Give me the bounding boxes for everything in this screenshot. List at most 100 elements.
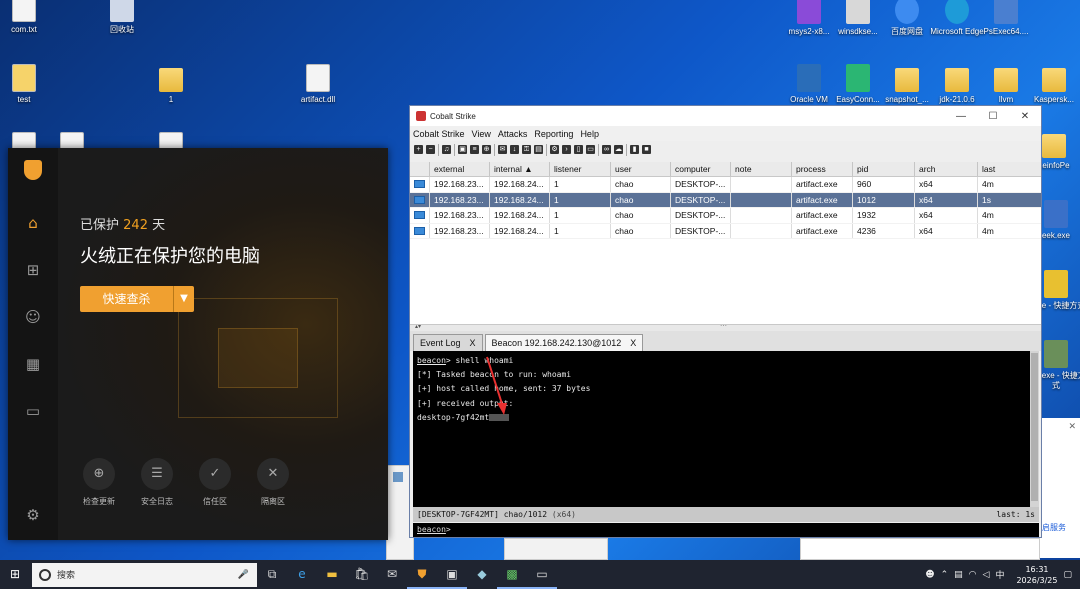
- ime-indicator[interactable]: 中: [995, 568, 1004, 581]
- menu-reporting[interactable]: Reporting: [534, 129, 573, 139]
- desktop-icon-kaspersky[interactable]: Kaspersk...: [1022, 64, 1080, 105]
- col-computer[interactable]: computer: [671, 162, 731, 176]
- table-row[interactable]: 192.168.23... 192.168.24... 1 chao DESKT…: [410, 208, 1041, 224]
- session-list-icon[interactable]: ≡: [470, 145, 479, 154]
- file-explorer-icon[interactable]: ▬: [317, 560, 347, 589]
- pivot-graph-icon[interactable]: ▣: [458, 145, 467, 154]
- menu-cobalt-strike[interactable]: Cobalt Strike: [413, 129, 465, 139]
- home-icon[interactable]: ⌂: [24, 214, 42, 232]
- cloud-icon[interactable]: ☁: [614, 145, 623, 154]
- desktop-icon-folder-1[interactable]: 1: [139, 64, 203, 105]
- desktop-icon-artifact-dll[interactable]: artifact.dll: [286, 64, 350, 105]
- window-title: Cobalt Strike: [430, 111, 476, 121]
- credentials-icon[interactable]: ✉: [498, 145, 507, 154]
- tab-event-log[interactable]: Event Log X: [413, 334, 483, 351]
- tool-trust-zone[interactable]: ✓ 信任区: [190, 458, 240, 507]
- desktop-icon-com-txt[interactable]: com.txt: [0, 0, 56, 35]
- app-taskbar-icon[interactable]: ▣: [437, 560, 467, 589]
- col-listener[interactable]: listener: [550, 162, 611, 176]
- close-button[interactable]: ✕: [1009, 111, 1041, 122]
- huorong-taskbar-icon[interactable]: ⛊: [407, 560, 437, 589]
- tab-beacon[interactable]: Beacon 192.168.242.130@1012 X: [484, 334, 644, 351]
- split-pane-divider[interactable]: ▴▾ ⋯: [410, 322, 1041, 331]
- col-internal[interactable]: internal ▲: [490, 162, 550, 176]
- beacon-command-input[interactable]: beacon>: [413, 523, 1039, 537]
- col-process[interactable]: process: [792, 162, 853, 176]
- desktop-icon-recycle-bin[interactable]: 回收站: [90, 0, 154, 35]
- app-taskbar-icon[interactable]: ◆: [467, 560, 497, 589]
- network-icon[interactable]: ▤: [954, 570, 963, 580]
- chevron-down-icon[interactable]: ▼: [174, 286, 194, 312]
- users-icon[interactable]: ☺: [24, 308, 42, 326]
- inbox-icon[interactable]: ▭: [24, 402, 42, 420]
- add-icon[interactable]: +: [414, 145, 423, 154]
- shield-plus-icon[interactable]: ⊞: [24, 261, 42, 279]
- edge-taskbar-icon[interactable]: e: [287, 560, 317, 589]
- folder-icon: [1042, 134, 1066, 158]
- settings-gear-icon[interactable]: ⚙: [550, 145, 559, 154]
- collapse-arrows-icon[interactable]: ▴▾: [415, 323, 421, 330]
- col-pid[interactable]: pid: [853, 162, 915, 176]
- desktop-icon-psexec[interactable]: PsExec64....: [974, 0, 1038, 37]
- store-icon[interactable]: 🛍: [347, 560, 377, 589]
- terminal-taskbar-icon[interactable]: ▭: [527, 560, 557, 589]
- console-scrollbar[interactable]: [1030, 351, 1039, 507]
- apps-grid-icon[interactable]: ▦: [24, 355, 42, 373]
- wifi-icon[interactable]: ◠: [969, 570, 977, 580]
- tool-security-log[interactable]: ☰ 安全日志: [132, 458, 182, 507]
- console-icon[interactable]: ▭: [586, 145, 595, 154]
- menu-help[interactable]: Help: [580, 129, 599, 139]
- baidu-netdisk-icon: [895, 0, 919, 24]
- person-icon[interactable]: ☻: [925, 570, 934, 580]
- beacon-console-output[interactable]: beacon> shell whoami [*] Tasked beacon t…: [413, 351, 1039, 507]
- col-icon[interactable]: [410, 162, 430, 176]
- menu-view[interactable]: View: [472, 129, 491, 139]
- link-icon[interactable]: ∞: [602, 145, 611, 154]
- table-row[interactable]: 192.168.23... 192.168.24... 1 chao DESKT…: [410, 177, 1041, 193]
- col-arch[interactable]: arch: [915, 162, 978, 176]
- desktop-icon-test[interactable]: test: [0, 64, 56, 105]
- cobalt-strike-taskbar-icon[interactable]: ▩: [497, 560, 527, 589]
- terminal-icon[interactable]: ›: [562, 145, 571, 154]
- document-icon[interactable]: ▯: [574, 145, 583, 154]
- drag-handle-icon[interactable]: ⋯: [720, 322, 727, 330]
- mail-icon[interactable]: ✉: [377, 560, 407, 589]
- box-icon[interactable]: ■: [642, 145, 651, 154]
- close-tab-icon[interactable]: X: [470, 338, 476, 348]
- minimize-button[interactable]: —: [945, 111, 977, 122]
- windows-start-button[interactable]: ⊞: [0, 560, 30, 589]
- quick-scan-label[interactable]: 快速查杀: [80, 286, 174, 312]
- task-view-icon[interactable]: ⧉: [257, 560, 287, 589]
- close-tab-icon[interactable]: X: [630, 338, 636, 348]
- col-user[interactable]: user: [611, 162, 671, 176]
- headphones-icon[interactable]: ♫: [442, 145, 451, 154]
- table-row-selected[interactable]: 192.168.23... 192.168.24... 1 chao DESKT…: [410, 192, 1041, 208]
- col-last[interactable]: last: [978, 162, 1041, 176]
- remove-icon[interactable]: −: [426, 145, 435, 154]
- tool-check-update[interactable]: ⊕ 检查更新: [74, 458, 124, 507]
- chevron-up-icon[interactable]: ⌃: [941, 570, 949, 580]
- tool-quarantine[interactable]: ✕ 隔离区: [248, 458, 298, 507]
- target-icon[interactable]: ⊕: [482, 145, 491, 154]
- notification-icon[interactable]: ▢: [1063, 570, 1072, 580]
- table-row[interactable]: 192.168.23... 192.168.24... 1 chao DESKT…: [410, 223, 1041, 239]
- quick-scan-button[interactable]: 快速查杀 ▼: [80, 286, 194, 312]
- log-icon: ☰: [141, 458, 173, 490]
- key-icon[interactable]: ⚿: [522, 145, 531, 154]
- settings-gear-icon[interactable]: ⚙: [24, 506, 42, 524]
- file-icon: [12, 64, 36, 92]
- screenshot-icon[interactable]: ▤: [534, 145, 543, 154]
- easyconnect-icon: [846, 64, 870, 92]
- col-external[interactable]: external: [430, 162, 490, 176]
- clock[interactable]: 16:31 2026/3/25: [1016, 564, 1057, 586]
- book-icon[interactable]: ▮: [630, 145, 639, 154]
- download-icon[interactable]: ↓: [510, 145, 519, 154]
- scrollbar-thumb[interactable]: [1031, 353, 1038, 501]
- close-icon[interactable]: ✕: [1068, 422, 1076, 432]
- volume-icon[interactable]: ◁: [983, 570, 990, 580]
- menu-attacks[interactable]: Attacks: [498, 129, 528, 139]
- maximize-button[interactable]: ☐: [977, 111, 1009, 122]
- taskbar-search[interactable]: 搜索 🎤: [32, 562, 257, 587]
- microphone-icon[interactable]: 🎤: [238, 570, 249, 580]
- col-note[interactable]: note: [731, 162, 792, 176]
